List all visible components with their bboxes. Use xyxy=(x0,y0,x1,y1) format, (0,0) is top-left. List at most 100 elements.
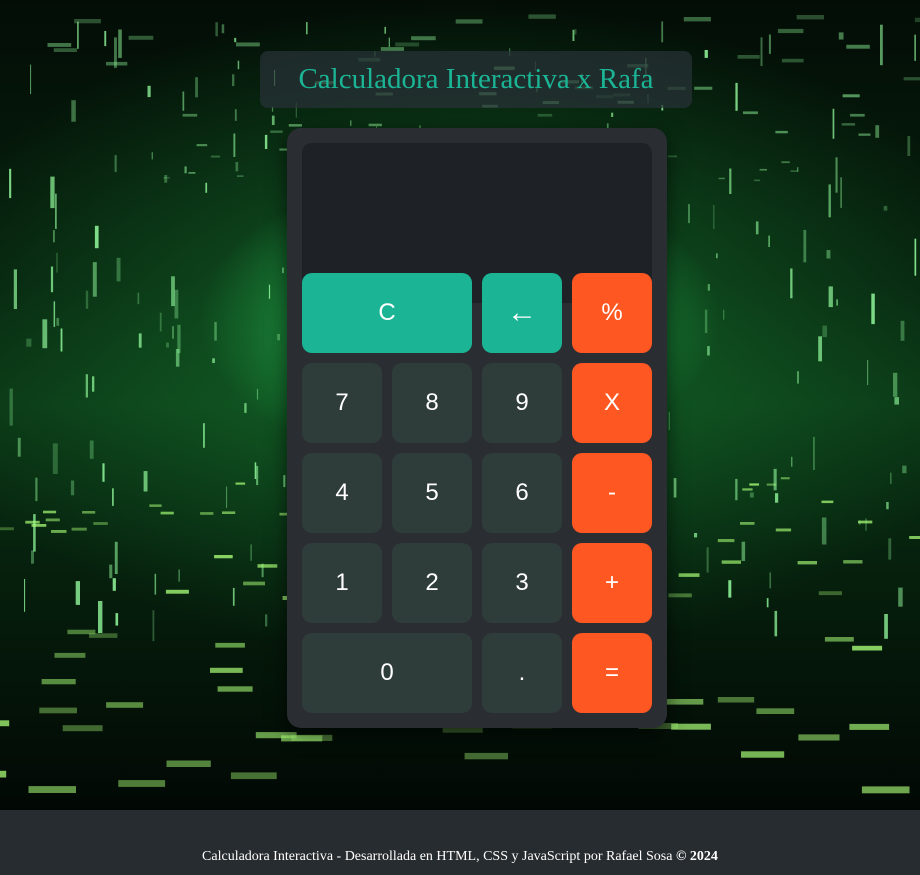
code-streak xyxy=(31,550,34,564)
code-streak xyxy=(790,268,793,299)
floor-light xyxy=(210,667,243,673)
code-streak xyxy=(282,267,284,274)
code-streak xyxy=(821,517,827,545)
equals-button[interactable]: = xyxy=(572,633,652,713)
ceiling-light xyxy=(537,113,553,117)
ceiling-light xyxy=(790,170,798,172)
ceiling-light xyxy=(236,42,260,47)
code-streak xyxy=(182,91,185,111)
code-streak xyxy=(884,614,888,639)
floor-light xyxy=(464,752,508,760)
floor-light xyxy=(766,483,777,486)
code-streak xyxy=(254,462,257,479)
ceiling-light xyxy=(777,28,804,34)
digit-2-button[interactable]: 2 xyxy=(392,543,472,623)
code-streak xyxy=(256,388,259,400)
code-streak xyxy=(17,437,21,457)
digit-6-button[interactable]: 6 xyxy=(482,453,562,533)
digit-0-button[interactable]: 0 xyxy=(302,633,472,713)
floor-light xyxy=(798,734,840,741)
clear-button[interactable]: C xyxy=(302,273,472,353)
code-streak xyxy=(9,388,13,426)
code-streak xyxy=(828,184,831,218)
digit-3-button[interactable]: 3 xyxy=(482,543,562,623)
code-streak xyxy=(760,37,763,67)
code-streak xyxy=(769,572,771,589)
digit-8-button[interactable]: 8 xyxy=(392,363,472,443)
floor-light xyxy=(106,702,144,708)
ceiling-light xyxy=(288,124,302,127)
ceiling-light xyxy=(182,113,198,117)
code-streak xyxy=(50,176,55,209)
percent-button[interactable]: % xyxy=(572,273,652,353)
ceiling-light xyxy=(270,130,283,133)
code-streak xyxy=(766,598,769,608)
code-streak xyxy=(688,204,690,224)
add-button[interactable]: + xyxy=(572,543,652,623)
code-streak xyxy=(728,580,732,598)
digit-5-button[interactable]: 5 xyxy=(392,453,472,533)
code-streak xyxy=(250,544,252,561)
floor-light xyxy=(291,734,333,741)
code-streak xyxy=(174,289,179,319)
code-streak xyxy=(172,326,174,339)
floor-light xyxy=(118,780,166,787)
footer-copyright: © 2024 xyxy=(675,849,718,864)
floor-light xyxy=(717,697,755,703)
code-streak xyxy=(836,299,838,306)
digit-9-button[interactable]: 9 xyxy=(482,363,562,443)
code-streak xyxy=(791,456,793,467)
code-streak xyxy=(221,24,225,34)
digit-1-button[interactable]: 1 xyxy=(302,543,382,623)
code-streak xyxy=(94,225,99,249)
floor-light xyxy=(818,591,842,596)
footer-credit-text: Calculadora Interactiva - Desarrollada e… xyxy=(202,849,673,864)
code-streak xyxy=(212,358,215,363)
ceiling-light xyxy=(842,94,860,98)
ceiling-light xyxy=(737,55,760,59)
code-streak xyxy=(668,411,670,430)
floor-light xyxy=(861,786,910,794)
page-footer: Calculadora Interactiva - Desarrollada e… xyxy=(0,810,920,875)
digit-7-button[interactable]: 7 xyxy=(302,363,382,443)
code-streak xyxy=(237,60,240,70)
code-streak xyxy=(900,320,905,341)
code-streak xyxy=(75,581,80,605)
code-streak xyxy=(835,157,838,193)
ceiling-light xyxy=(781,161,790,164)
code-streak xyxy=(893,372,898,397)
code-streak xyxy=(350,120,352,126)
code-streak xyxy=(694,533,698,538)
code-streak xyxy=(890,472,892,484)
code-streak xyxy=(741,541,746,561)
digit-4-button[interactable]: 4 xyxy=(302,453,382,533)
code-streak xyxy=(53,301,56,327)
ceiling-light xyxy=(903,77,920,81)
floor-light xyxy=(858,520,873,524)
subtract-button[interactable]: - xyxy=(572,453,652,533)
floor-light xyxy=(200,512,214,515)
ceiling-light xyxy=(858,133,871,136)
code-streak xyxy=(256,465,259,486)
floor-light xyxy=(717,539,735,543)
ceiling-light xyxy=(754,179,761,182)
code-streak xyxy=(888,538,892,560)
multiply-button[interactable]: X xyxy=(572,363,652,443)
code-streak xyxy=(35,477,38,502)
backspace-button[interactable]: ← xyxy=(482,273,562,353)
ceiling-light xyxy=(796,15,824,20)
floor-light xyxy=(909,536,920,539)
ceiling-light xyxy=(781,58,804,63)
code-streak xyxy=(85,374,88,398)
code-streak xyxy=(773,468,777,491)
floor-light xyxy=(797,561,817,565)
code-streak xyxy=(33,514,36,552)
code-streak xyxy=(143,471,148,492)
code-streak xyxy=(388,37,390,47)
floor-light xyxy=(852,645,883,651)
ceiling-light xyxy=(196,144,208,147)
floor-light xyxy=(849,723,890,730)
floor-light xyxy=(678,573,700,577)
decimal-button[interactable]: . xyxy=(482,633,562,713)
floor-light xyxy=(165,589,189,594)
